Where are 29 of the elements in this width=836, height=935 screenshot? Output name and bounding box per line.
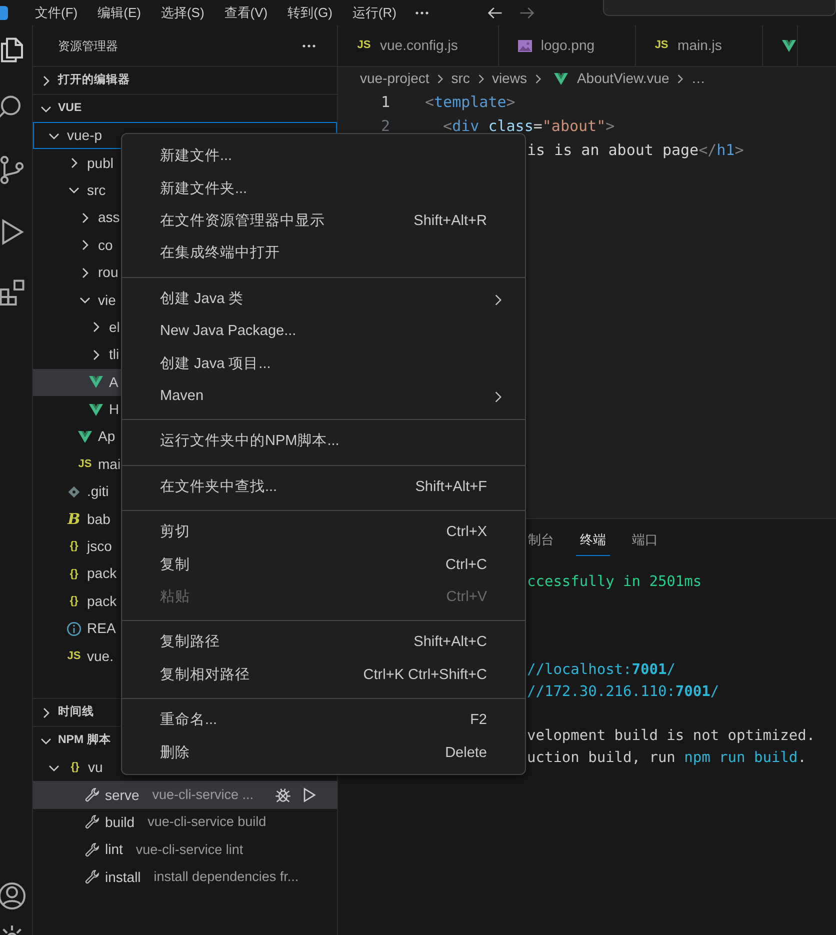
js-icon: JS: [654, 37, 670, 54]
braces-icon: {}: [66, 566, 82, 582]
keyboard-shortcut: Shift+Alt+C: [414, 633, 487, 652]
code-line: <template>: [425, 92, 516, 113]
keyboard-shortcut: Shift+Alt+F: [415, 478, 487, 497]
braces-icon: {}: [66, 593, 82, 610]
line-number: 2: [380, 116, 391, 137]
js-icon: JS: [77, 456, 93, 473]
b-icon: B: [66, 508, 82, 530]
keyboard-shortcut: Delete: [445, 744, 487, 763]
sidebar-title: 资源管理器: [58, 38, 118, 54]
terminal-line: velopment build is not optimized.: [527, 727, 816, 746]
code-line: is is an about page</h1>: [527, 140, 744, 161]
terminal-line: //172.30.216.110:7001/: [527, 683, 720, 702]
braces-icon: {}: [66, 538, 82, 555]
terminal-line: uction build, run npm run build.: [527, 749, 808, 768]
code-line: <div class="about">: [442, 116, 615, 137]
keyboard-shortcut: Ctrl+C: [446, 556, 487, 575]
keyboard-shortcut: Ctrl+X: [446, 523, 487, 542]
terminal-line: ccessfully in 2501ms: [527, 573, 703, 592]
js-icon: JS: [356, 37, 372, 54]
braces-icon: {}: [67, 759, 83, 776]
js-icon: JS: [66, 648, 82, 664]
keyboard-shortcut: Ctrl+K Ctrl+Shift+C: [363, 666, 487, 685]
line-number: 1: [380, 92, 391, 113]
keyboard-shortcut: Ctrl+V: [446, 588, 487, 607]
keyboard-shortcut: Shift+Alt+R: [414, 212, 487, 232]
keyboard-shortcut: F2: [470, 711, 487, 730]
terminal-line: //localhost:7001/: [527, 661, 676, 680]
